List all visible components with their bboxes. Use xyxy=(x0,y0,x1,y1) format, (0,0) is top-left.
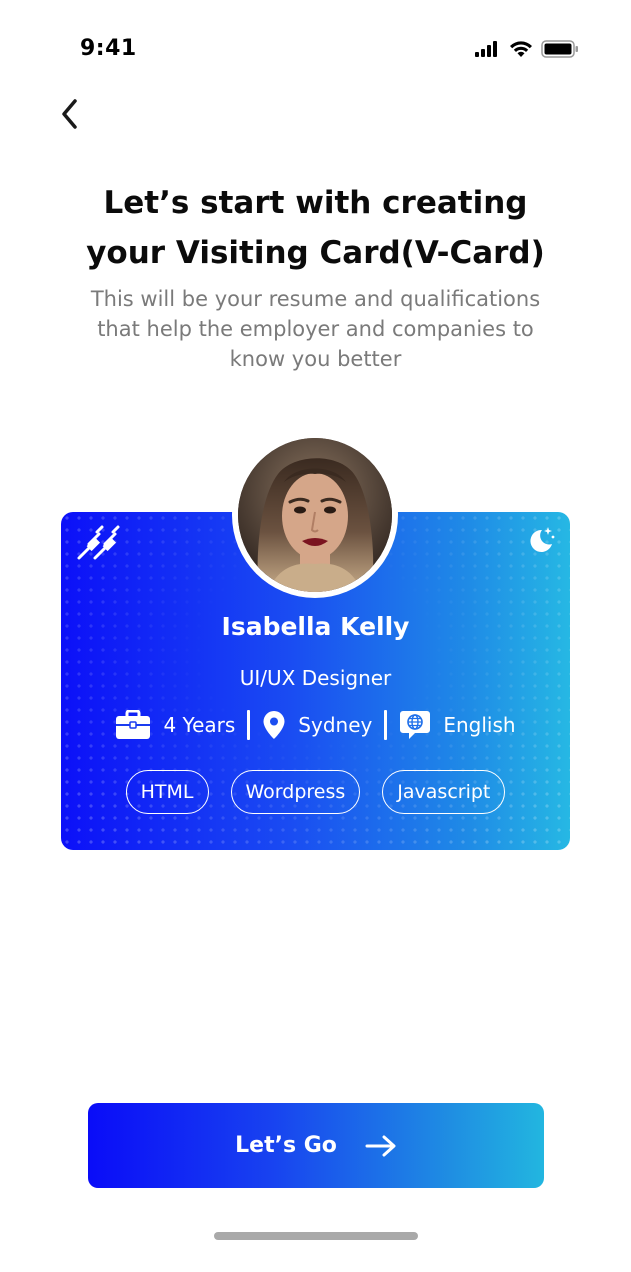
location-label: Sydney xyxy=(298,713,373,737)
location-pin-icon xyxy=(263,711,285,739)
page-title-line2: your Visiting Card(V-Card) xyxy=(86,235,545,271)
page-title-line1: Let’s start with creating xyxy=(103,185,528,221)
location-item: Sydney xyxy=(262,710,372,740)
page-subtitle: This will be your resume and qualificati… xyxy=(60,284,571,374)
briefcase-icon xyxy=(116,710,151,739)
skill-tag: Wordpress xyxy=(230,770,361,814)
battery-icon xyxy=(541,40,578,58)
skill-tag: HTML xyxy=(125,770,209,814)
arrow-right-icon xyxy=(365,1135,396,1156)
meta-divider xyxy=(247,710,251,740)
status-icons xyxy=(475,40,579,58)
meta-divider xyxy=(384,710,388,740)
avatar xyxy=(232,432,398,598)
status-bar: 9:41 xyxy=(0,0,631,100)
experience-label: 4 Years xyxy=(163,713,236,737)
home-indicator[interactable] xyxy=(214,1232,418,1240)
back-button[interactable] xyxy=(52,96,88,132)
signal-icon xyxy=(475,41,497,57)
page-subtitle-line3: know you better xyxy=(229,347,402,371)
lets-go-label: Let’s Go xyxy=(235,1133,337,1158)
language-globe-icon xyxy=(400,711,431,739)
moon-icon xyxy=(530,527,555,552)
page-subtitle-line1: This will be your resume and qualificati… xyxy=(90,287,541,311)
avatar-photo xyxy=(238,438,392,592)
avatar-portrait-image xyxy=(238,438,392,592)
vcard-name: Isabella Kelly xyxy=(221,612,410,641)
language-item: English xyxy=(399,709,516,741)
lets-go-button[interactable]: Let’s Go xyxy=(88,1103,544,1188)
skill-tags: HTML Wordpress Javascript xyxy=(61,770,570,814)
wifi-icon xyxy=(510,40,532,57)
page-title: Let’s start with creating your Visiting … xyxy=(40,178,591,278)
status-time: 9:41 xyxy=(80,36,137,61)
experience-item: 4 Years xyxy=(115,710,235,740)
skill-tag: Javascript xyxy=(382,770,506,814)
vcard-role: UI/UX Designer xyxy=(239,666,392,690)
tools-icon xyxy=(77,525,120,560)
vcard-meta: 4 Years Sydney English xyxy=(61,705,570,745)
chevron-left-icon xyxy=(62,99,77,129)
page-subtitle-line2: that help the employer and companies to xyxy=(97,317,534,341)
language-label: English xyxy=(443,713,516,737)
